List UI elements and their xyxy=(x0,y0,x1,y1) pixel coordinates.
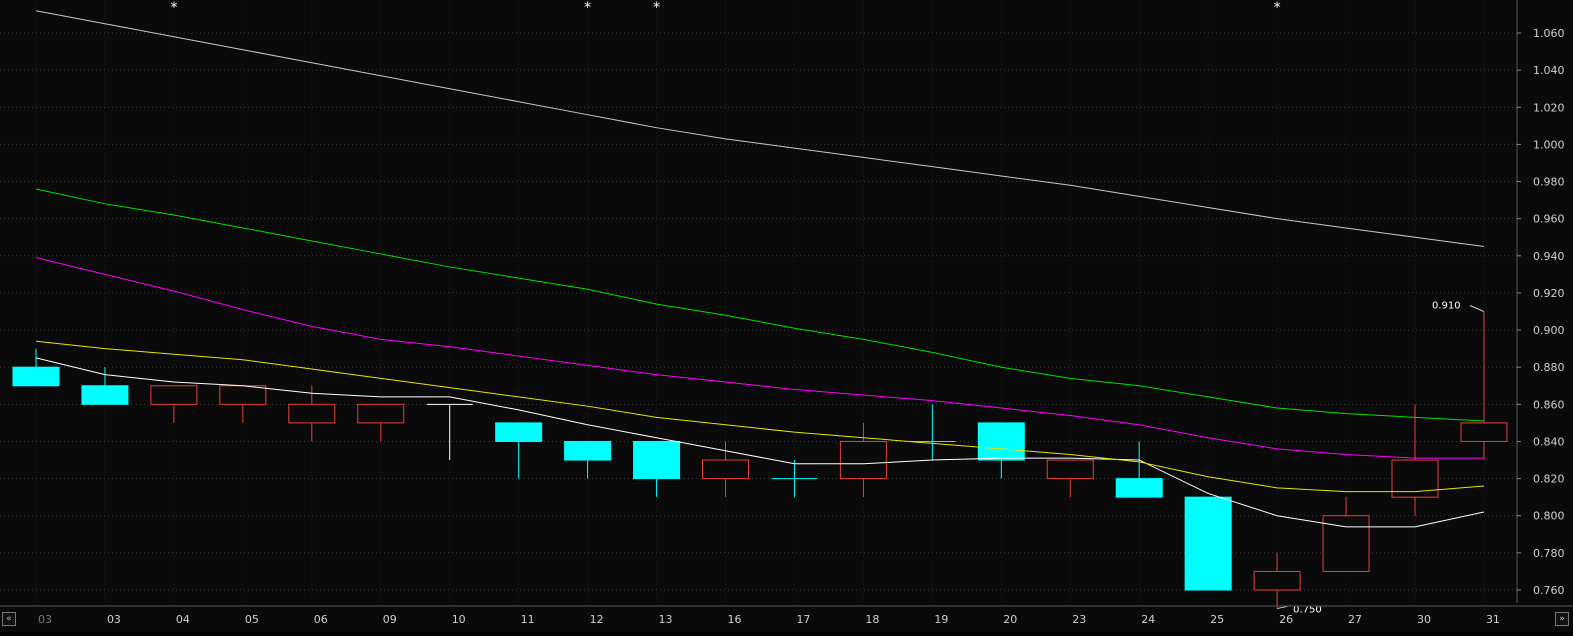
candle xyxy=(426,403,473,461)
event-marker: * xyxy=(1274,0,1281,16)
candle xyxy=(1115,441,1163,498)
x-tick-label: 03 xyxy=(107,613,121,626)
candlestick-chart[interactable]: 1.060 1.040 1.020 1.000 0.980 0.960 0.940 0.920… xyxy=(0,0,1573,632)
candle xyxy=(633,440,681,498)
candle xyxy=(1046,459,1094,498)
x-tick-label: 20 xyxy=(1003,613,1017,626)
chart-svg: 1.060 1.040 1.020 1.000 0.980 0.960 0.940 0.920… xyxy=(0,0,1573,626)
x-tick-label: 11 xyxy=(521,613,535,626)
candle xyxy=(977,422,1025,479)
y-tick-label: 0.840 xyxy=(1533,435,1565,448)
candle xyxy=(81,367,129,405)
x-tick-label: 12 xyxy=(590,613,604,626)
event-marker: * xyxy=(584,0,591,16)
candle-body xyxy=(1253,570,1301,591)
candle-body xyxy=(357,403,405,424)
y-tick-label: 1.060 xyxy=(1533,27,1565,40)
candle-body xyxy=(288,403,336,424)
candles xyxy=(12,311,1508,609)
x-tick-label: 30 xyxy=(1417,613,1431,626)
y-tick-label: 0.960 xyxy=(1533,213,1565,226)
x-tick-label: 18 xyxy=(865,613,879,626)
candle xyxy=(495,422,543,479)
x-tick-label: 19 xyxy=(934,613,948,626)
candle xyxy=(357,403,405,442)
annotation-pointer xyxy=(1469,305,1485,312)
y-tick-label: 0.880 xyxy=(1533,361,1565,374)
scroll-right-button[interactable]: » xyxy=(1555,612,1569,626)
y-tick-label: 1.000 xyxy=(1533,138,1565,151)
x-tick-label: 26 xyxy=(1279,613,1293,626)
candle xyxy=(1253,552,1301,609)
candle-body xyxy=(81,385,129,405)
candle-body xyxy=(702,459,749,480)
x-tick-label: 31 xyxy=(1486,613,1500,626)
candle xyxy=(1391,404,1439,516)
y-tick-label: 0.820 xyxy=(1533,473,1565,486)
candle xyxy=(1184,496,1232,591)
x-axis: 03 03 04 05 06 09 10 11 12 13 16 17 18 19 20 23 24 25 26 27… xyxy=(0,605,1573,626)
x-tick-label: 05 xyxy=(245,613,259,626)
scroll-left-button[interactable]: « xyxy=(2,612,16,626)
y-tick-label: 0.900 xyxy=(1533,324,1565,337)
candle xyxy=(219,385,267,423)
candle xyxy=(12,348,60,387)
x-tick-label: 06 xyxy=(314,613,328,626)
y-tick-label: 0.920 xyxy=(1533,287,1565,300)
candle-body xyxy=(977,422,1025,461)
candle xyxy=(909,404,956,461)
series-line xyxy=(35,357,1485,528)
x-tick-label: 10 xyxy=(452,613,466,626)
candle-body xyxy=(1184,496,1232,591)
candle-body xyxy=(1460,422,1508,442)
candle xyxy=(1460,311,1508,461)
candle-body xyxy=(219,385,267,405)
candle-body xyxy=(633,440,681,480)
candle-body xyxy=(839,440,887,480)
candle xyxy=(771,460,818,498)
x-tick-label: 13 xyxy=(659,613,673,626)
x-tick-label: 09 xyxy=(383,613,397,626)
candle xyxy=(564,440,612,479)
candle-body xyxy=(495,422,543,442)
y-tick-label: 1.020 xyxy=(1533,101,1565,114)
candle xyxy=(702,441,749,498)
x-tick-label: 17 xyxy=(796,613,810,626)
series-line xyxy=(35,340,1484,493)
x-tick-label: 23 xyxy=(1072,613,1086,626)
y-tick-label: 0.940 xyxy=(1533,250,1565,263)
y-tick-label: 1.040 xyxy=(1533,64,1565,77)
gridlines xyxy=(0,0,1517,603)
series-line xyxy=(35,10,1485,248)
y-axis: 1.060 1.040 1.020 1.000 0.980 0.960 0.940 0.920… xyxy=(1516,0,1565,603)
event-marker: * xyxy=(170,0,177,16)
x-tick-label: 24 xyxy=(1141,613,1155,626)
x-tick-label: 16 xyxy=(728,613,742,626)
y-tick-label: 0.760 xyxy=(1533,584,1565,597)
candle xyxy=(1322,497,1370,572)
x-tick-label: 03 xyxy=(38,613,52,626)
x-tick-label: 25 xyxy=(1210,613,1224,626)
x-tick-label: 27 xyxy=(1348,613,1362,626)
candle-body xyxy=(12,366,60,387)
event-marker: * xyxy=(653,0,660,16)
y-tick-label: 0.800 xyxy=(1533,510,1565,523)
candle-body xyxy=(1115,478,1163,498)
moving-average-lines xyxy=(35,10,1485,528)
annotation-high: 0.910 xyxy=(1432,301,1461,312)
candle-body xyxy=(564,440,612,461)
y-tick-label: 0.860 xyxy=(1533,398,1565,411)
y-tick-label: 0.980 xyxy=(1533,176,1565,189)
candle xyxy=(150,385,198,423)
candle-body xyxy=(1046,459,1094,480)
candle xyxy=(839,422,887,498)
x-tick-label: 04 xyxy=(176,613,190,626)
y-tick-label: 0.780 xyxy=(1533,547,1565,560)
candle-body xyxy=(150,385,198,405)
